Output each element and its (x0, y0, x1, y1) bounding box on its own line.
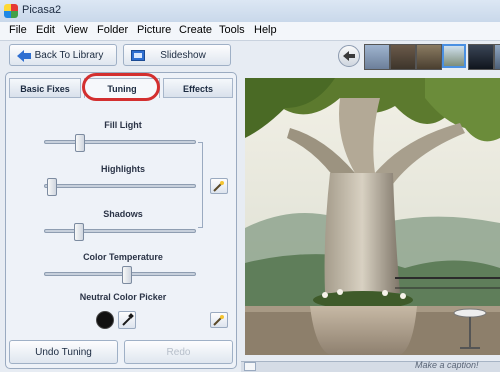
filmstrip (330, 44, 500, 70)
menu-view[interactable]: View (64, 24, 88, 36)
left-arrow-icon (343, 51, 355, 61)
color-swatch (96, 311, 114, 329)
tuning-highlight-ring (82, 73, 160, 101)
thumbnail-selected[interactable] (442, 44, 466, 68)
thumbnail[interactable] (390, 44, 416, 70)
auto-contrast-button[interactable] (210, 178, 228, 194)
auto-color-button[interactable] (210, 312, 228, 328)
color-temperature-label: Color Temperature (83, 252, 163, 262)
magic-wand-icon (213, 315, 224, 326)
redo-button[interactable]: Redo (124, 340, 233, 364)
undo-tuning-label: Undo Tuning (35, 347, 92, 358)
thumbnail[interactable] (468, 44, 494, 70)
tab-effects[interactable]: Effects (163, 78, 233, 98)
color-temperature-track[interactable] (44, 272, 196, 276)
fill-light-track[interactable] (44, 140, 196, 144)
menu-help[interactable]: Help (254, 24, 277, 36)
caption-toggle[interactable] (244, 362, 256, 371)
fill-light-label: Fill Light (104, 120, 142, 130)
menu-folder[interactable]: Folder (97, 24, 128, 36)
neutral-color-picker-label: Neutral Color Picker (79, 292, 167, 302)
menu-edit[interactable]: Edit (36, 24, 55, 36)
title-bar: Picasa2 (0, 0, 500, 23)
highlights-track[interactable] (44, 184, 196, 188)
tree-photo (245, 78, 500, 355)
tab-basic-fixes[interactable]: Basic Fixes (9, 78, 81, 98)
slideshow-button[interactable]: Slideshow (123, 44, 231, 66)
shadows-slider-thumb[interactable] (73, 223, 84, 241)
eyedropper-icon (122, 313, 134, 326)
caption-input[interactable]: Make a caption! (415, 360, 479, 370)
shadows-track[interactable] (44, 229, 196, 233)
menu-file[interactable]: File (9, 24, 27, 36)
magic-wand-icon (213, 181, 224, 192)
shadows-label: Shadows (103, 209, 143, 219)
window-title: Picasa2 (22, 4, 62, 16)
eyedropper-button[interactable] (118, 311, 136, 329)
thumbnail[interactable] (364, 44, 390, 70)
highlights-label: Highlights (101, 164, 145, 174)
thumbnail[interactable] (494, 44, 500, 70)
menu-picture[interactable]: Picture (137, 24, 171, 36)
redo-label: Redo (166, 347, 191, 358)
slideshow-label: Slideshow (160, 50, 206, 61)
menu-bar: File Edit View Folder Picture Create Too… (0, 22, 500, 41)
menu-create[interactable]: Create (179, 24, 212, 36)
photo-viewer (245, 78, 500, 355)
thumbnail[interactable] (416, 44, 442, 70)
back-to-library-button[interactable]: Back To Library (9, 44, 117, 66)
fill-light-slider-thumb[interactable] (75, 134, 86, 152)
picasa-app-icon (4, 4, 18, 18)
menu-tools[interactable]: Tools (219, 24, 245, 36)
undo-tuning-button[interactable]: Undo Tuning (9, 340, 118, 364)
color-temperature-slider-thumb[interactable] (122, 266, 133, 284)
highlights-slider-thumb[interactable] (46, 178, 57, 196)
filmstrip-back-button[interactable] (338, 45, 360, 67)
back-to-library-label: Back To Library (34, 50, 104, 61)
